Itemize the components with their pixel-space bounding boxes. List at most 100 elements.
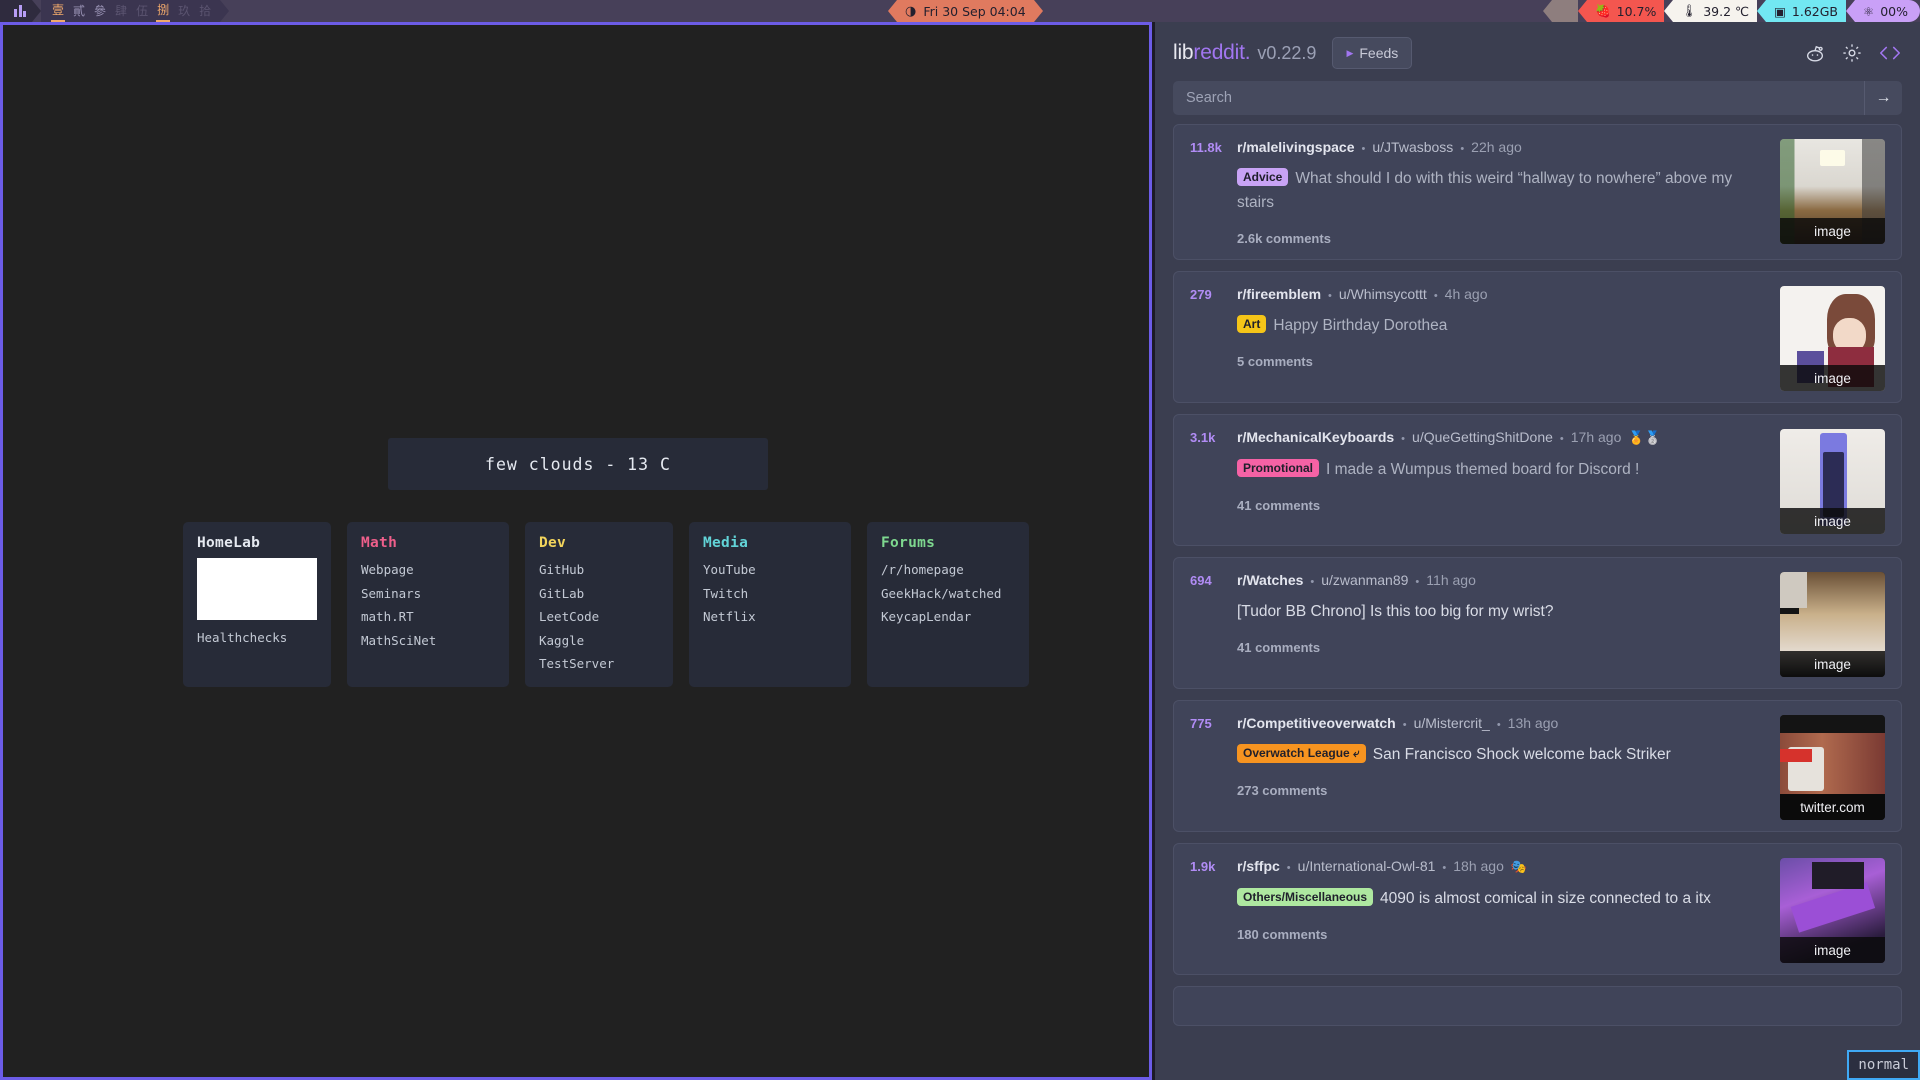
meta-separator: • (1497, 719, 1501, 731)
post-list: 11.8k r/malelivingspace • u/JTwasboss • … (1173, 124, 1902, 1026)
link-gitlab[interactable]: GitLab (539, 582, 659, 606)
bookmark-card-forums: Forums /r/homepage GeekHack/watched Keyc… (867, 522, 1029, 687)
meta-separator: • (1415, 576, 1419, 588)
chart-bars-icon[interactable] (0, 0, 32, 22)
meta-separator: • (1460, 143, 1464, 155)
post-flair[interactable]: Art (1237, 315, 1266, 333)
post-author[interactable]: u/JTwasboss (1372, 139, 1453, 155)
post-subreddit[interactable]: r/malelivingspace (1237, 139, 1355, 155)
card-title-media: Media (703, 535, 837, 551)
workspace-5[interactable]: 伍 (135, 2, 149, 21)
workspace-2[interactable]: 貳 (72, 2, 86, 21)
link-twitch[interactable]: Twitch (703, 582, 837, 606)
post-title[interactable]: San Francisco Shock welcome back Striker (1373, 746, 1671, 763)
post-flair[interactable]: Overwatch League ⤶ (1237, 744, 1366, 763)
link-seminars[interactable]: Seminars (361, 582, 495, 606)
post-title[interactable]: I made a Wumpus themed board for Discord… (1326, 461, 1639, 478)
post-thumbnail[interactable]: image (1780, 572, 1885, 677)
workspace-9[interactable]: 玖 (177, 2, 191, 21)
post-subreddit[interactable]: r/Competitiveoverwatch (1237, 715, 1396, 731)
atom-icon: ⚛ (1863, 4, 1874, 19)
post-author[interactable]: u/zwanman89 (1321, 572, 1408, 588)
reddit-snoo-icon[interactable] (1804, 42, 1826, 64)
bookmark-card-media: Media YouTube Twitch Netflix (689, 522, 851, 687)
link-geekhack-watched[interactable]: GeekHack/watched (881, 582, 1015, 606)
temperature-stat[interactable]: 🌡 39.2 ℃ (1673, 0, 1757, 22)
powerline-separator (32, 0, 41, 22)
post-item[interactable]: 11.8k r/malelivingspace • u/JTwasboss • … (1173, 124, 1902, 260)
feeds-label: Feeds (1359, 45, 1398, 61)
workspace-10[interactable]: 拾 (198, 2, 212, 21)
clock-left-arrow (888, 0, 897, 22)
meta-separator: • (1310, 576, 1314, 588)
weather-widget: few clouds - 13 C (388, 438, 768, 490)
card-title-math: Math (361, 535, 495, 551)
post-time: 4h ago (1445, 286, 1488, 302)
post-author[interactable]: u/International-Owl-81 (1298, 858, 1436, 874)
post-thumbnail[interactable]: image (1780, 429, 1885, 534)
version-label: v0.22.9 (1257, 43, 1316, 64)
cpu-stat[interactable]: 🍓 10.7% (1587, 0, 1664, 22)
post-item[interactable]: 1.9k r/sffpc • u/International-Owl-81 • … (1173, 843, 1902, 975)
link-testserver[interactable]: TestServer (539, 652, 659, 676)
post-item[interactable] (1173, 986, 1902, 1026)
clock-widget[interactable]: ◑ Fri 30 Sep 04:04 (888, 0, 1043, 22)
link-webpage[interactable]: Webpage (361, 558, 495, 582)
post-subreddit[interactable]: r/fireemblem (1237, 286, 1321, 302)
workspace-1[interactable]: 壹 (51, 1, 65, 22)
post-thumbnail[interactable]: image (1780, 286, 1885, 391)
header-icon-group (1804, 42, 1902, 64)
memory-value: 1.62GB (1792, 4, 1838, 19)
post-thumbnail[interactable]: image (1780, 139, 1885, 244)
post-time: 22h ago (1471, 139, 1522, 155)
gear-icon[interactable] (1841, 42, 1863, 64)
post-author[interactable]: u/Mistercrit_ (1414, 715, 1490, 731)
post-item[interactable]: 279 r/fireemblem • u/Whimsycottt • 4h ag… (1173, 271, 1902, 403)
post-item[interactable]: 3.1k r/MechanicalKeyboards • u/QueGettin… (1173, 414, 1902, 546)
disk-stat[interactable]: ⚛ 00% (1855, 0, 1920, 22)
link-leetcode[interactable]: LeetCode (539, 605, 659, 629)
code-brackets-icon[interactable] (1878, 43, 1902, 63)
post-item[interactable]: 775 r/Competitiveoverwatch • u/Mistercri… (1173, 700, 1902, 832)
workspace-list[interactable]: 壹 貳 參 肆 伍 捌 玖 拾 (41, 0, 220, 22)
topbar-left-group: 壹 貳 參 肆 伍 捌 玖 拾 (0, 0, 229, 22)
link-mathscinet[interactable]: MathSciNet (361, 629, 495, 653)
search-input[interactable] (1173, 90, 1864, 106)
post-title[interactable]: What should I do with this weird “hallwa… (1237, 170, 1732, 211)
link-netflix[interactable]: Netflix (703, 605, 837, 629)
workspace-4[interactable]: 肆 (114, 2, 128, 21)
search-bar[interactable]: → (1173, 81, 1902, 115)
post-item[interactable]: 694 r/Watches • u/zwanman89 • 11h ago [T… (1173, 557, 1902, 689)
post-title[interactable]: [Tudor BB Chrono] Is this too big for my… (1237, 603, 1553, 620)
link-healthchecks[interactable]: Healthchecks (197, 626, 317, 650)
workspace-8[interactable]: 捌 (156, 1, 170, 22)
search-submit-button[interactable]: → (1864, 81, 1902, 115)
libreddit-logo[interactable]: libreddit. (1173, 41, 1250, 65)
post-author[interactable]: u/Whimsycottt (1339, 286, 1427, 302)
post-thumbnail[interactable]: twitter.com (1780, 715, 1885, 820)
post-subreddit[interactable]: r/sffpc (1237, 858, 1280, 874)
workspace-3[interactable]: 參 (93, 2, 107, 21)
post-subreddit[interactable]: r/Watches (1237, 572, 1303, 588)
post-title[interactable]: Happy Birthday Dorothea (1273, 317, 1447, 334)
post-flair[interactable]: Promotional (1237, 459, 1319, 477)
post-flair[interactable]: Others/Miscellaneous (1237, 888, 1373, 906)
bookmark-card-homelab: HomeLab Healthchecks (183, 522, 331, 687)
link-kaggle[interactable]: Kaggle (539, 629, 659, 653)
memory-stat[interactable]: ▣ 1.62GB (1766, 0, 1846, 22)
post-flair[interactable]: Advice (1237, 168, 1288, 186)
link-keycaplendar[interactable]: KeycapLendar (881, 605, 1015, 629)
link-r-homepage[interactable]: /r/homepage (881, 558, 1015, 582)
post-author[interactable]: u/QueGettingShitDone (1412, 429, 1553, 445)
post-subreddit[interactable]: r/MechanicalKeyboards (1237, 429, 1394, 445)
clock-icon: ◑ (905, 4, 916, 19)
stats-pad (1552, 0, 1578, 22)
link-math-rt[interactable]: math.RT (361, 605, 495, 629)
link-github[interactable]: GitHub (539, 558, 659, 582)
cpu-left-arrow (1578, 0, 1587, 22)
post-thumbnail[interactable]: image (1780, 858, 1885, 963)
post-awards: 🎭 (1511, 859, 1527, 875)
feeds-button[interactable]: ▶ Feeds (1332, 37, 1412, 69)
link-youtube[interactable]: YouTube (703, 558, 837, 582)
post-title[interactable]: 4090 is almost comical in size connected… (1380, 890, 1711, 907)
